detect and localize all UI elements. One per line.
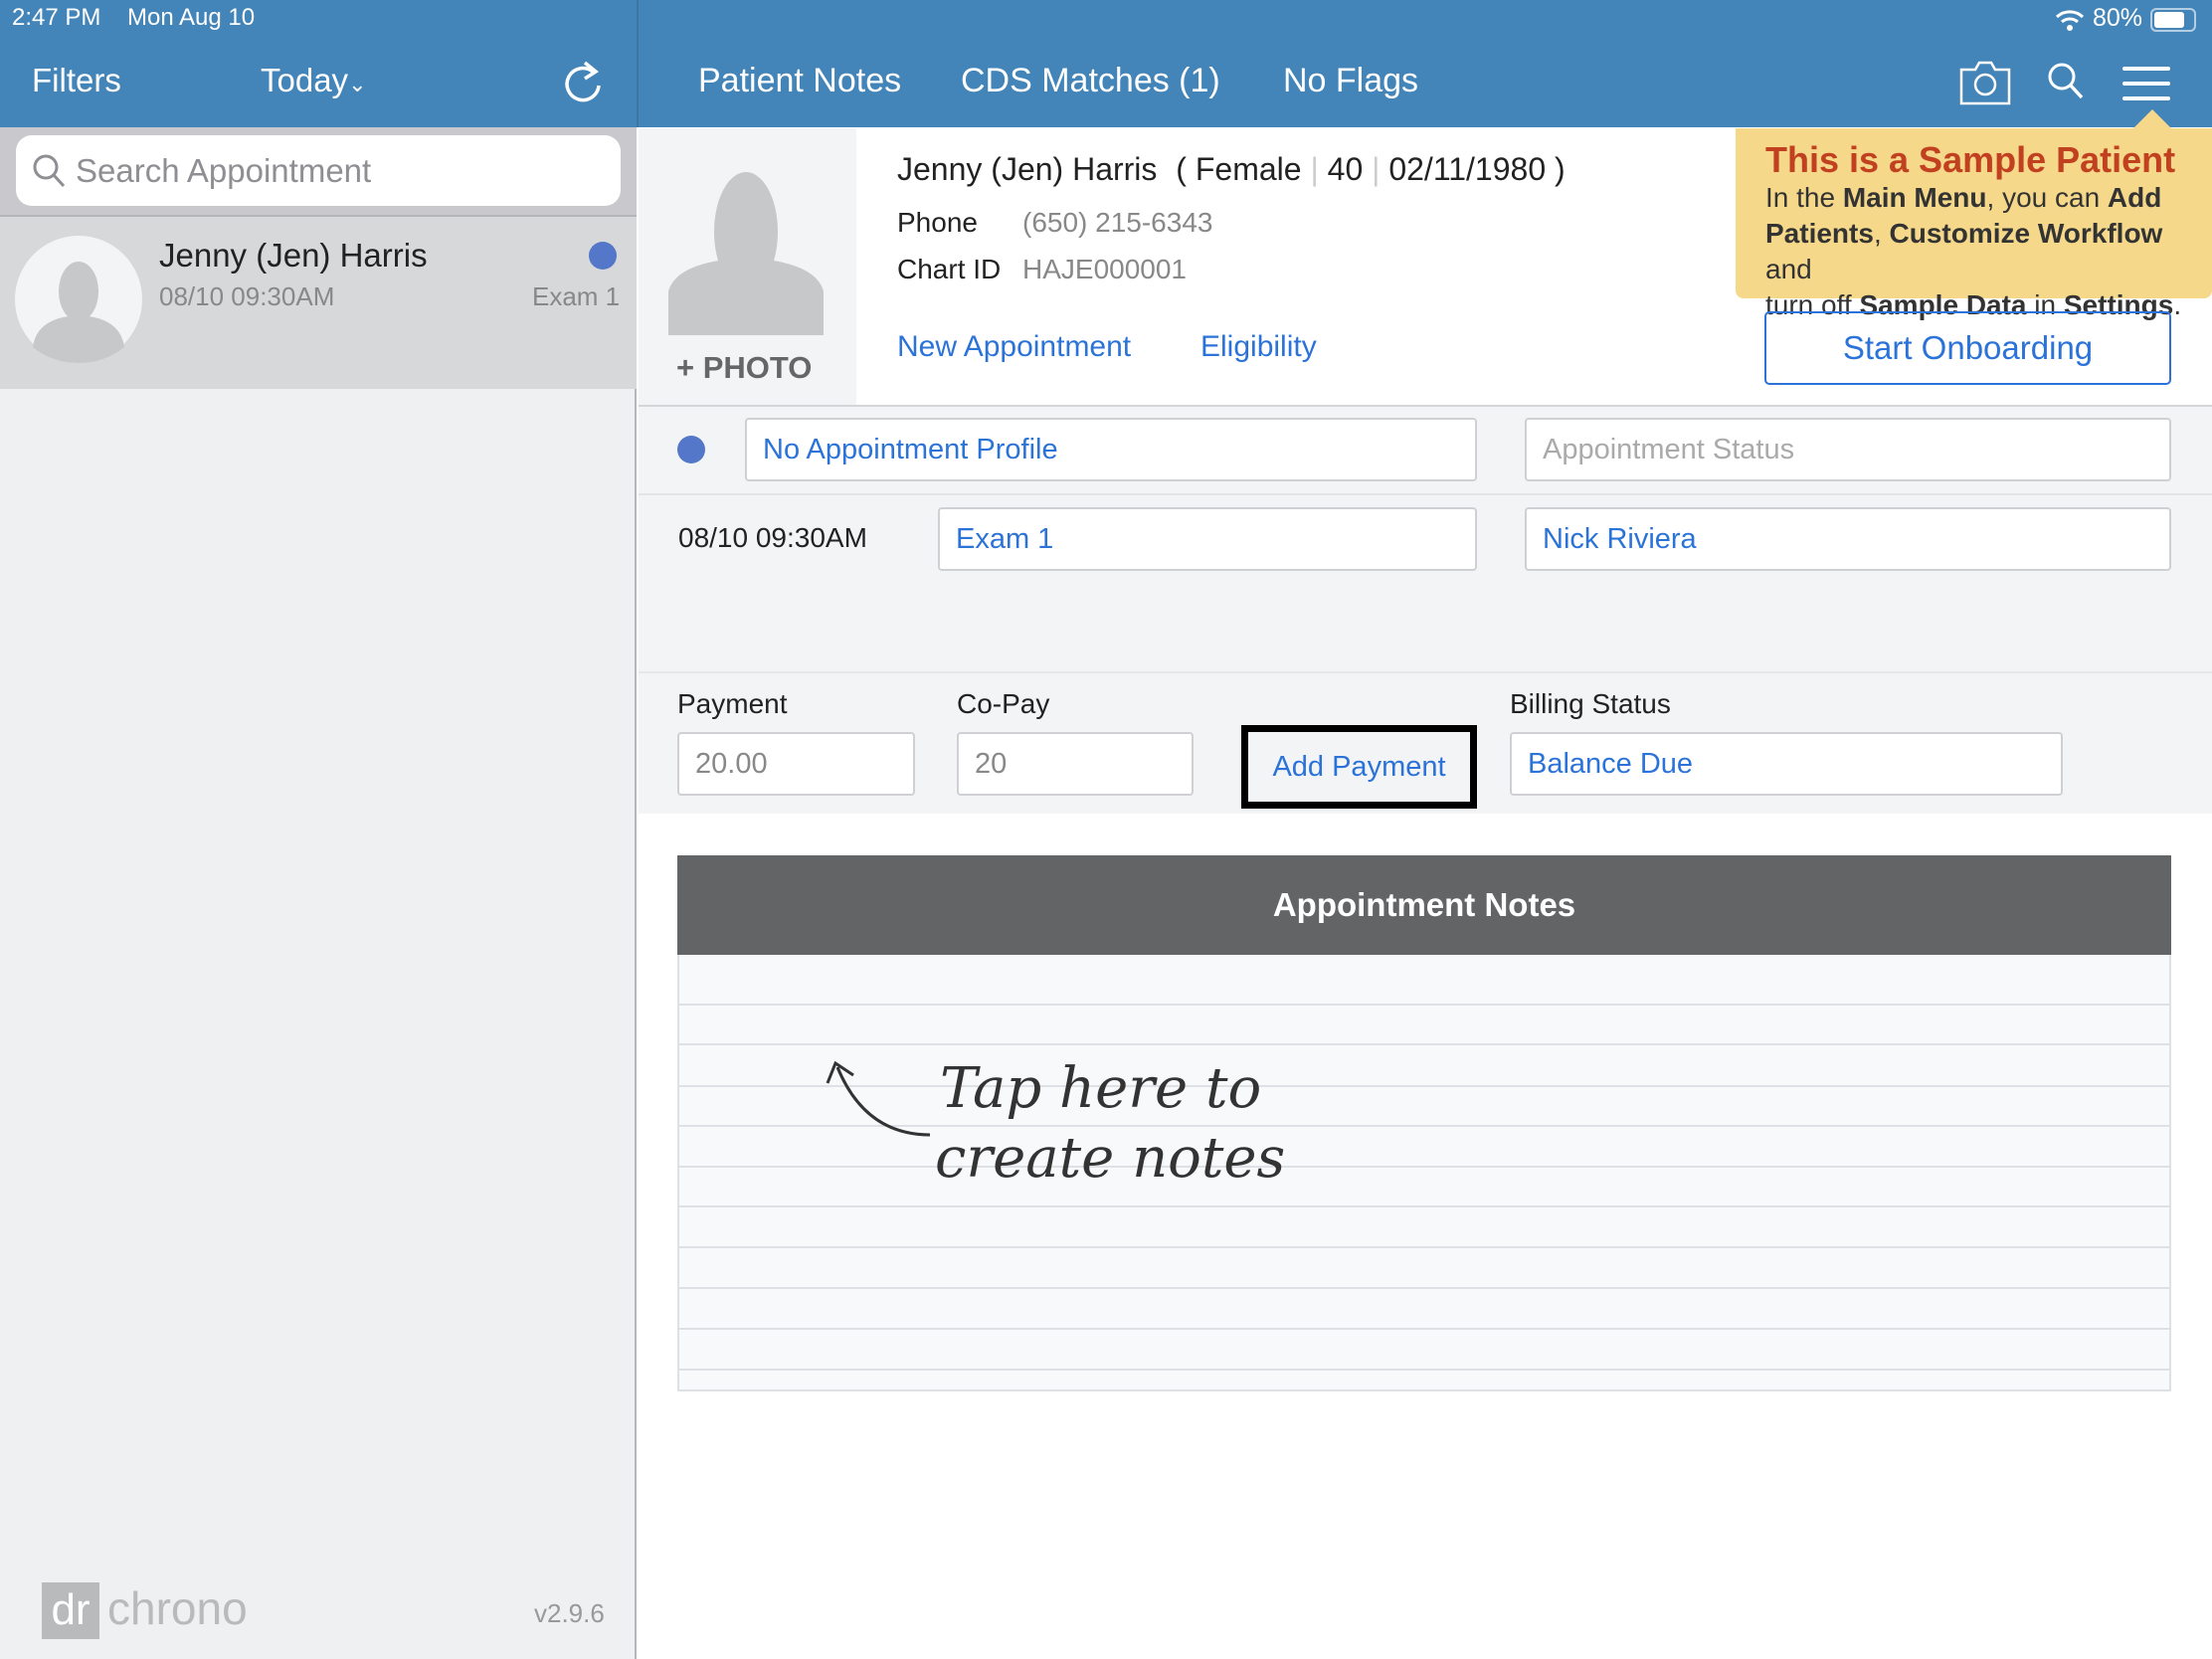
- copay-label: Co-Pay: [957, 688, 1050, 719]
- logo-dr: dr: [42, 1582, 99, 1639]
- start-onboarding-button[interactable]: Start Onboarding: [1764, 311, 2171, 385]
- appointment-status-field[interactable]: Appointment Status: [1525, 418, 2171, 481]
- tooltip-arrow: [2132, 109, 2172, 129]
- tab-patient-notes[interactable]: Patient Notes: [698, 62, 901, 100]
- note-line: [678, 1043, 2170, 1045]
- battery-percent: 80%: [2093, 4, 2143, 32]
- billing-status-field[interactable]: Balance Due: [1510, 732, 2063, 796]
- chart-id-label: Chart ID: [897, 254, 1002, 284]
- patient-silhouette-icon: [668, 172, 824, 335]
- payment-input[interactable]: 20.00: [677, 732, 915, 796]
- note-line: [678, 1246, 2170, 1248]
- menu-icon[interactable]: [2122, 66, 2172, 101]
- notes-area[interactable]: [677, 955, 2171, 1391]
- appointment-status-dot: [677, 436, 705, 463]
- appointment-profile-field[interactable]: No Appointment Profile: [745, 418, 1477, 481]
- phone-label: Phone: [897, 207, 978, 238]
- today-dropdown[interactable]: Today⌄: [261, 62, 367, 99]
- patient-info-line: Jenny (Jen) Harris ( Female | 40 | 02/11…: [897, 151, 1566, 187]
- provider-field[interactable]: Nick Riviera: [1525, 507, 2171, 571]
- appointment-patient-name: Jenny (Jen) Harris: [159, 237, 428, 274]
- search-input[interactable]: Search Appointment: [16, 135, 621, 206]
- refresh-icon[interactable]: [563, 60, 607, 107]
- copay-input[interactable]: 20: [957, 732, 1194, 796]
- billing-status-label: Billing Status: [1510, 688, 1671, 719]
- photo-label: PHOTO: [702, 350, 813, 385]
- search-icon: [33, 154, 66, 187]
- status-time: 2:47 PM: [12, 4, 101, 31]
- patient-dob: 02/11/1980: [1388, 151, 1547, 187]
- phone-value: (650) 215-6343: [1022, 207, 1213, 238]
- search-placeholder: Search Appointment: [76, 151, 372, 189]
- payment-label: Payment: [677, 688, 788, 719]
- note-line: [678, 1287, 2170, 1289]
- divider: [637, 0, 639, 127]
- wifi-icon: [2055, 10, 2085, 31]
- appointment-datetime[interactable]: 08/10 09:30AM: [678, 522, 867, 554]
- status-date: Mon Aug 10: [127, 4, 256, 31]
- note-line: [678, 1166, 2170, 1168]
- note-line: [678, 1328, 2170, 1330]
- patient-name: Jenny (Jen) Harris: [897, 151, 1158, 187]
- tab-flags[interactable]: No Flags: [1283, 62, 1418, 100]
- note-line: [678, 1004, 2170, 1006]
- add-photo-button[interactable]: + PHOTO: [676, 350, 812, 386]
- search-icon[interactable]: [2047, 62, 2085, 101]
- patient-age: 40: [1327, 151, 1364, 187]
- sample-patient-tooltip[interactable]: This is a Sample Patient In the Main Men…: [1736, 128, 2212, 320]
- appointment-room: Exam 1: [532, 281, 621, 311]
- chart-id-value: HAJE000001: [1022, 254, 1188, 284]
- notes-hint-line1: Tap here to: [940, 1056, 1262, 1121]
- eligibility-link[interactable]: Eligibility: [1200, 330, 1317, 364]
- arrow-icon: [826, 1060, 931, 1137]
- avatar: [15, 236, 142, 363]
- chevron-down-icon: ⌄: [348, 72, 367, 96]
- appointment-notes-header: Appointment Notes: [677, 855, 2171, 955]
- today-label: Today: [261, 62, 349, 98]
- version-label: v2.9.6: [534, 1598, 605, 1628]
- new-appointment-link[interactable]: New Appointment: [897, 330, 1131, 364]
- add-payment-button[interactable]: Add Payment: [1241, 725, 1477, 809]
- note-line: [678, 1205, 2170, 1207]
- tooltip-title: This is a Sample Patient: [1765, 139, 2176, 180]
- filters-button[interactable]: Filters: [32, 62, 121, 99]
- exam-room-field[interactable]: Exam 1: [938, 507, 1477, 571]
- battery-icon: [2150, 8, 2196, 32]
- patient-gender: Female: [1195, 151, 1302, 187]
- status-dot: [589, 242, 617, 270]
- divider: [639, 493, 2212, 495]
- camera-icon[interactable]: [1959, 60, 2011, 105]
- note-line: [678, 1369, 2170, 1371]
- plus-icon: +: [676, 350, 703, 385]
- logo-chrono: chrono: [107, 1582, 248, 1634]
- tab-cds-matches[interactable]: CDS Matches (1): [961, 62, 1220, 100]
- notes-hint-line2: create notes: [935, 1126, 1286, 1191]
- appointment-time: 08/10 09:30AM: [159, 281, 335, 311]
